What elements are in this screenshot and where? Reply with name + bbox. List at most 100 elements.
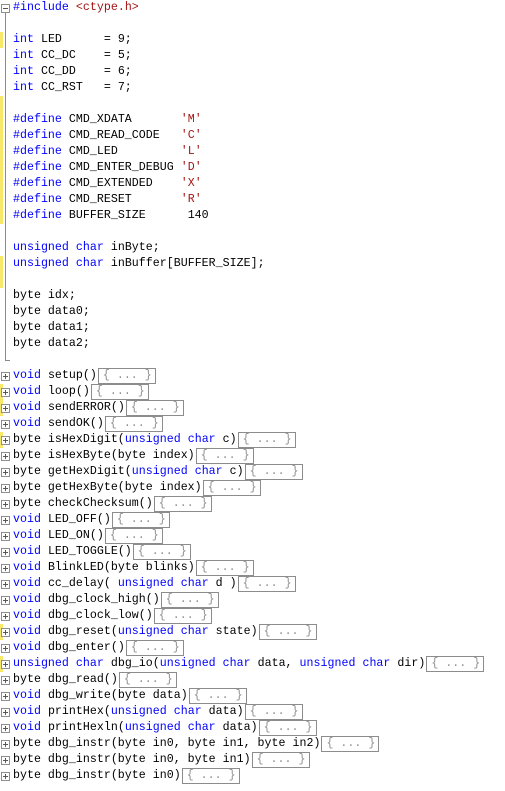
code-line[interactable]: byte data0; bbox=[0, 304, 505, 320]
code-line[interactable]: void LED_TOGGLE(){ ... } bbox=[0, 544, 505, 560]
collapsed-body-button[interactable]: { ... } bbox=[125, 400, 184, 416]
code-line[interactable]: #define CMD_EXTENDED 'X' bbox=[0, 176, 505, 192]
code-line[interactable]: void sendERROR(){ ... } bbox=[0, 400, 505, 416]
fold-expand-icon[interactable] bbox=[1, 500, 10, 509]
fold-expand-icon[interactable] bbox=[1, 452, 10, 461]
code-line[interactable]: void BlinkLED(byte blinks){ ... } bbox=[0, 560, 505, 576]
code-line[interactable]: byte dbg_instr(byte in0, byte in1){ ... … bbox=[0, 752, 505, 768]
code-line[interactable] bbox=[0, 352, 505, 368]
code-line[interactable]: int CC_RST = 7; bbox=[0, 80, 505, 96]
fold-expand-icon[interactable] bbox=[1, 596, 10, 605]
collapsed-body-button[interactable]: { ... } bbox=[258, 624, 317, 640]
fold-expand-icon[interactable] bbox=[1, 372, 10, 381]
collapsed-body-button[interactable]: { ... } bbox=[244, 704, 303, 720]
fold-expand-icon[interactable] bbox=[1, 708, 10, 717]
code-line[interactable]: unsigned char inByte; bbox=[0, 240, 505, 256]
fold-expand-icon[interactable] bbox=[1, 612, 10, 621]
code-line[interactable]: void setup(){ ... } bbox=[0, 368, 505, 384]
code-line[interactable]: byte dbg_instr(byte in0, byte in1, byte … bbox=[0, 736, 505, 752]
fold-expand-icon[interactable] bbox=[1, 484, 10, 493]
fold-expand-icon[interactable] bbox=[1, 548, 10, 557]
code-line[interactable]: unsigned char dbg_io(unsigned char data,… bbox=[0, 656, 505, 672]
collapsed-body-button[interactable]: { ... } bbox=[258, 720, 317, 736]
code-line[interactable]: #define CMD_READ_CODE 'C' bbox=[0, 128, 505, 144]
code-line[interactable]: int CC_DD = 6; bbox=[0, 64, 505, 80]
collapsed-body-button[interactable]: { ... } bbox=[195, 560, 254, 576]
code-line[interactable]: void dbg_enter(){ ... } bbox=[0, 640, 505, 656]
fold-expand-icon[interactable] bbox=[1, 404, 10, 413]
code-line[interactable]: void cc_delay( unsigned char d ){ ... } bbox=[0, 576, 505, 592]
fold-expand-icon[interactable] bbox=[1, 660, 10, 669]
collapsed-body-button[interactable]: { ... } bbox=[153, 608, 212, 624]
collapsed-body-button[interactable]: { ... } bbox=[111, 512, 170, 528]
collapsed-body-button[interactable]: { ... } bbox=[90, 384, 149, 400]
collapsed-body-button[interactable]: { ... } bbox=[202, 480, 261, 496]
fold-expand-icon[interactable] bbox=[1, 756, 10, 765]
code-line[interactable]: #define CMD_LED 'L' bbox=[0, 144, 505, 160]
code-line[interactable]: int CC_DC = 5; bbox=[0, 48, 505, 64]
code-line[interactable]: byte isHexByte(byte index){ ... } bbox=[0, 448, 505, 464]
fold-expand-icon[interactable] bbox=[1, 516, 10, 525]
fold-expand-icon[interactable] bbox=[1, 724, 10, 733]
code-line[interactable]: void loop(){ ... } bbox=[0, 384, 505, 400]
fold-collapse-icon[interactable] bbox=[1, 4, 10, 13]
collapsed-body-button[interactable]: { ... } bbox=[160, 592, 219, 608]
code-line[interactable]: byte data1; bbox=[0, 320, 505, 336]
collapsed-body-button[interactable]: { ... } bbox=[181, 768, 240, 784]
code-line[interactable]: void dbg_reset(unsigned char state){ ...… bbox=[0, 624, 505, 640]
code-line[interactable] bbox=[0, 96, 505, 112]
code-line[interactable]: void dbg_write(byte data){ ... } bbox=[0, 688, 505, 704]
code-line[interactable]: #define CMD_RESET 'R' bbox=[0, 192, 505, 208]
fold-expand-icon[interactable] bbox=[1, 676, 10, 685]
fold-expand-icon[interactable] bbox=[1, 564, 10, 573]
code-line[interactable]: #define BUFFER_SIZE 140 bbox=[0, 208, 505, 224]
code-line[interactable]: void dbg_clock_low(){ ... } bbox=[0, 608, 505, 624]
code-line[interactable]: byte checkChecksum(){ ... } bbox=[0, 496, 505, 512]
code-line[interactable] bbox=[0, 16, 505, 32]
fold-expand-icon[interactable] bbox=[1, 740, 10, 749]
code-line[interactable]: void LED_ON(){ ... } bbox=[0, 528, 505, 544]
code-line[interactable]: #define CMD_XDATA 'M' bbox=[0, 112, 505, 128]
code-line[interactable]: byte getHexByte(byte index){ ... } bbox=[0, 480, 505, 496]
code-line[interactable]: byte dbg_read(){ ... } bbox=[0, 672, 505, 688]
fold-expand-icon[interactable] bbox=[1, 468, 10, 477]
code-line[interactable]: void dbg_clock_high(){ ... } bbox=[0, 592, 505, 608]
collapsed-body-button[interactable]: { ... } bbox=[321, 736, 380, 752]
collapsed-body-button[interactable]: { ... } bbox=[97, 368, 156, 384]
code-editor[interactable]: #include <ctype.h> int LED = 9; int CC_DC … bbox=[0, 0, 505, 791]
code-line[interactable]: #include <ctype.h> bbox=[0, 0, 505, 16]
collapsed-body-button[interactable]: { ... } bbox=[237, 576, 296, 592]
code-line[interactable]: byte data2; bbox=[0, 336, 505, 352]
fold-expand-icon[interactable] bbox=[1, 628, 10, 637]
collapsed-body-button[interactable]: { ... } bbox=[195, 448, 254, 464]
fold-expand-icon[interactable] bbox=[1, 420, 10, 429]
collapsed-body-button[interactable]: { ... } bbox=[104, 416, 163, 432]
fold-expand-icon[interactable] bbox=[1, 644, 10, 653]
collapsed-body-button[interactable]: { ... } bbox=[251, 752, 310, 768]
collapsed-body-button[interactable]: { ... } bbox=[104, 528, 163, 544]
collapsed-body-button[interactable]: { ... } bbox=[132, 544, 191, 560]
fold-expand-icon[interactable] bbox=[1, 388, 10, 397]
code-line[interactable]: byte dbg_instr(byte in0){ ... } bbox=[0, 768, 505, 784]
collapsed-body-button[interactable]: { ... } bbox=[426, 656, 485, 672]
code-line[interactable]: byte isHexDigit(unsigned char c){ ... } bbox=[0, 432, 505, 448]
code-line[interactable]: #define CMD_ENTER_DEBUG 'D' bbox=[0, 160, 505, 176]
code-line[interactable]: void sendOK(){ ... } bbox=[0, 416, 505, 432]
fold-expand-icon[interactable] bbox=[1, 580, 10, 589]
code-line[interactable]: byte idx; bbox=[0, 288, 505, 304]
fold-expand-icon[interactable] bbox=[1, 436, 10, 445]
collapsed-body-button[interactable]: { ... } bbox=[153, 496, 212, 512]
fold-expand-icon[interactable] bbox=[1, 532, 10, 541]
code-line[interactable]: void printHexln(unsigned char data){ ...… bbox=[0, 720, 505, 736]
code-line[interactable] bbox=[0, 224, 505, 240]
collapsed-body-button[interactable]: { ... } bbox=[244, 464, 303, 480]
fold-expand-icon[interactable] bbox=[1, 692, 10, 701]
code-line[interactable]: void printHex(unsigned char data){ ... } bbox=[0, 704, 505, 720]
code-line[interactable]: int LED = 9; bbox=[0, 32, 505, 48]
collapsed-body-button[interactable]: { ... } bbox=[125, 640, 184, 656]
code-line[interactable] bbox=[0, 272, 505, 288]
collapsed-body-button[interactable]: { ... } bbox=[237, 432, 296, 448]
collapsed-body-button[interactable]: { ... } bbox=[188, 688, 247, 704]
code-line[interactable]: unsigned char inBuffer[BUFFER_SIZE]; bbox=[0, 256, 505, 272]
code-line[interactable]: void LED_OFF(){ ... } bbox=[0, 512, 505, 528]
